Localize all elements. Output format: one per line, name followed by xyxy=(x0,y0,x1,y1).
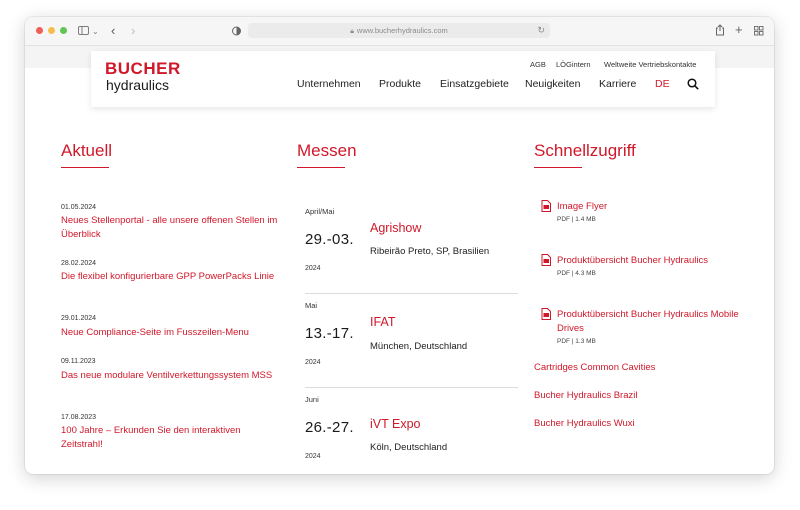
browser-window: ⌄ ‹ › 🔒︎ www.bucherhydraulics.com ↻ + BUC… xyxy=(25,17,774,474)
fair-date-range: 26.-27. xyxy=(305,419,354,436)
util-link-agb[interactable]: AGB xyxy=(530,60,546,69)
news-date: 28.02.2024 xyxy=(61,260,97,267)
nav-item-karriere[interactable]: Karriere xyxy=(599,78,636,90)
aktuell-underline xyxy=(61,167,109,168)
nav-item-neuigkeiten[interactable]: Neuigkeiten xyxy=(525,78,580,90)
fair-name-link[interactable]: IFAT xyxy=(370,315,395,329)
fair-month: Juni xyxy=(305,395,319,404)
news-date: 01.05.2024 xyxy=(61,204,97,211)
address-bar[interactable]: 🔒︎ www.bucherhydraulics.com ↻ xyxy=(248,23,550,38)
fair-location: Ribeirão Preto, SP, Brasilien xyxy=(370,246,490,257)
fair-year: 2024 xyxy=(305,453,321,460)
fair-divider xyxy=(305,387,518,388)
news-date: 09.11.2023 xyxy=(61,358,96,365)
download-link[interactable]: Image Flyer xyxy=(557,200,757,214)
messen-heading: Messen xyxy=(297,141,357,160)
fair-year: 2024 xyxy=(305,265,321,272)
language-switcher[interactable]: DE xyxy=(655,78,670,90)
quick-link[interactable]: Cartridges Common Cavities xyxy=(534,362,655,373)
nav-item-unternehmen[interactable]: Unternehmen xyxy=(297,78,361,90)
logo-hydraulics[interactable]: hydraulics xyxy=(106,78,169,92)
pdf-icon xyxy=(541,308,551,320)
news-date: 29.01.2024 xyxy=(61,315,97,322)
tab-overview-icon[interactable] xyxy=(754,26,764,36)
fair-location: Köln, Deutschland xyxy=(370,442,448,453)
zoom-window-button[interactable] xyxy=(60,27,67,34)
lock-icon: 🔒︎ xyxy=(350,28,354,35)
news-link[interactable]: Das neue modulare Ventilverkettungssyste… xyxy=(61,369,283,383)
fair-month: April/Mai xyxy=(305,207,335,216)
download-link[interactable]: Produktübersicht Bucher Hydraulics xyxy=(557,254,757,268)
news-link[interactable]: 100 Jahre – Erkunden Sie den interaktive… xyxy=(61,424,283,452)
url-text: www.bucherhydraulics.com xyxy=(356,26,448,35)
new-tab-icon[interactable]: + xyxy=(735,23,743,36)
messen-underline xyxy=(297,167,345,168)
quick-link[interactable]: Bucher Hydraulics Brazil xyxy=(534,390,637,401)
news-link[interactable]: Neue Compliance-Seite im Fusszeilen-Menu xyxy=(61,326,283,340)
fair-location: München, Deutschland xyxy=(370,341,468,352)
fair-month: Mai xyxy=(305,301,318,310)
schnellzugriff-heading: Schnellzugriff xyxy=(534,141,636,160)
fair-name-link[interactable]: iVT Expo xyxy=(370,417,421,431)
schnellzugriff-underline xyxy=(534,167,582,168)
sidebar-icon[interactable] xyxy=(78,26,89,35)
download-meta: PDF | 4.3 MB xyxy=(557,270,596,277)
search-icon[interactable] xyxy=(687,78,699,90)
reload-icon[interactable]: ↻ xyxy=(537,23,545,38)
news-date: 17.08.2023 xyxy=(61,414,97,421)
chevron-down-icon[interactable]: ⌄ xyxy=(92,26,99,37)
download-meta: PDF | 1.3 MB xyxy=(557,338,596,345)
privacy-shield-icon[interactable] xyxy=(232,26,241,36)
nav-item-produkte[interactable]: Produkte xyxy=(379,78,421,90)
fair-divider xyxy=(305,293,518,294)
share-icon[interactable] xyxy=(715,24,725,36)
pdf-icon xyxy=(541,200,551,212)
util-link-login[interactable]: LÖGintern xyxy=(556,60,591,69)
fair-year: 2024 xyxy=(305,359,321,366)
close-window-button[interactable] xyxy=(36,27,43,34)
fair-date-range: 29.-03. xyxy=(305,231,354,248)
logo-bucher[interactable]: BUCHER xyxy=(105,60,181,77)
news-link[interactable]: Neues Stellenportal - alle unsere offene… xyxy=(61,214,283,242)
nav-item-einsatzgebiete[interactable]: Einsatzgebiete xyxy=(440,78,509,90)
site-header: BUCHER hydraulics AGB LÖGintern Weltweit… xyxy=(91,51,715,107)
back-icon[interactable]: ‹ xyxy=(111,24,115,37)
fair-date-range: 13.-17. xyxy=(305,325,354,342)
pdf-icon xyxy=(541,254,551,266)
browser-toolbar: ⌄ ‹ › 🔒︎ www.bucherhydraulics.com ↻ + xyxy=(25,17,774,46)
forward-icon[interactable]: › xyxy=(131,24,135,37)
quick-link[interactable]: Bucher Hydraulics Wuxi xyxy=(534,418,635,429)
aktuell-heading: Aktuell xyxy=(61,141,113,160)
util-link-sales-contacts[interactable]: Weltweite Vertriebskontakte xyxy=(604,60,696,69)
download-link[interactable]: Produktübersicht Bucher Hydraulics Mobil… xyxy=(557,308,757,336)
download-meta: PDF | 1.4 MB xyxy=(557,216,596,223)
news-link[interactable]: Die flexibel konfigurierbare GPP PowerPa… xyxy=(61,270,283,284)
minimize-window-button[interactable] xyxy=(48,27,55,34)
fair-name-link[interactable]: Agrishow xyxy=(370,221,421,235)
